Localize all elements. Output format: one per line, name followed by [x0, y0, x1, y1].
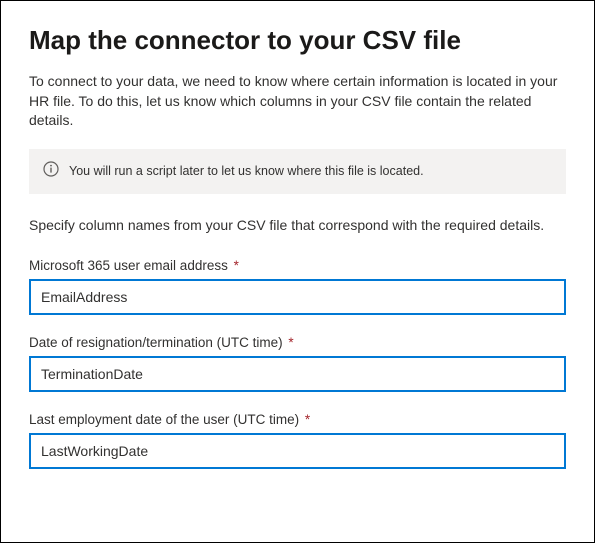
label-text: Last employment date of the user (UTC ti…: [29, 412, 299, 427]
field-email: Microsoft 365 user email address *: [29, 258, 566, 315]
lastworking-input[interactable]: [29, 433, 566, 469]
field-label-lastworking: Last employment date of the user (UTC ti…: [29, 412, 566, 427]
intro-text: To connect to your data, we need to know…: [29, 72, 566, 131]
label-text: Date of resignation/termination (UTC tim…: [29, 335, 283, 350]
field-lastworking: Last employment date of the user (UTC ti…: [29, 412, 566, 469]
email-input[interactable]: [29, 279, 566, 315]
field-termination: Date of resignation/termination (UTC tim…: [29, 335, 566, 392]
field-label-termination: Date of resignation/termination (UTC tim…: [29, 335, 566, 350]
required-marker: *: [288, 335, 293, 350]
field-label-email: Microsoft 365 user email address *: [29, 258, 566, 273]
subhead-text: Specify column names from your CSV file …: [29, 216, 566, 236]
page-title: Map the connector to your CSV file: [29, 25, 566, 56]
info-icon: [43, 161, 59, 182]
info-text: You will run a script later to let us kn…: [69, 164, 424, 178]
label-text: Microsoft 365 user email address: [29, 258, 228, 273]
required-marker: *: [305, 412, 310, 427]
info-banner: You will run a script later to let us kn…: [29, 149, 566, 194]
termination-input[interactable]: [29, 356, 566, 392]
required-marker: *: [234, 258, 239, 273]
